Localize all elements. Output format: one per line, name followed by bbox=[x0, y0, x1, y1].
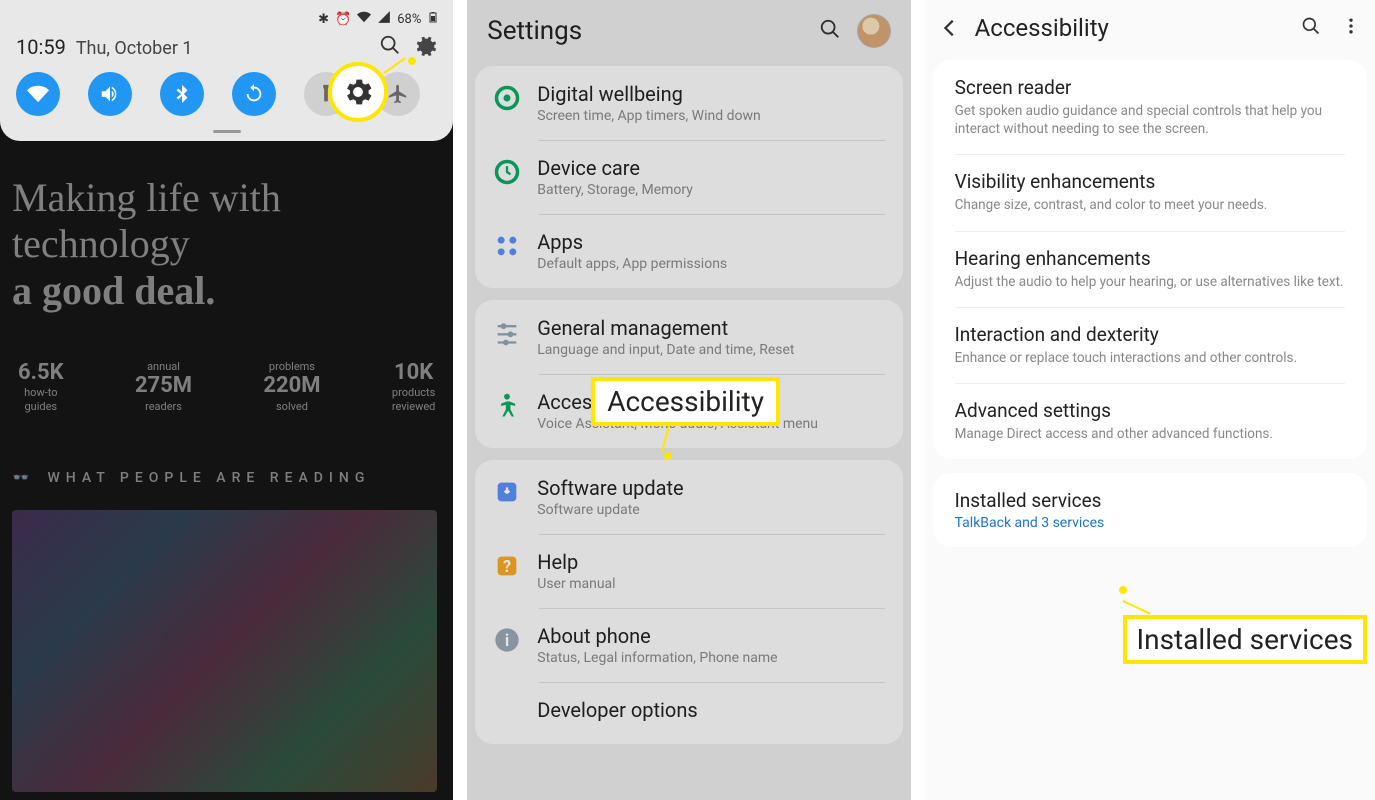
shade-date: Thu, October 1 bbox=[76, 38, 193, 59]
about-icon: i bbox=[493, 626, 521, 654]
panel-divider bbox=[911, 0, 925, 800]
search-icon[interactable] bbox=[819, 18, 841, 44]
callout-connector bbox=[1122, 600, 1150, 614]
tile-bluetooth[interactable] bbox=[160, 72, 204, 116]
search-icon[interactable] bbox=[1301, 16, 1321, 40]
row-interaction-dexterity[interactable]: Interaction and dexterity Enhance or rep… bbox=[933, 307, 1367, 383]
battery-pct: 68% bbox=[397, 12, 421, 27]
wellbeing-icon bbox=[493, 84, 521, 112]
stat-item: annual275Mreaders bbox=[135, 360, 192, 413]
gear-icon bbox=[341, 75, 375, 109]
row-device-care[interactable]: Device careBattery, Storage, Memory bbox=[475, 140, 902, 214]
apps-icon bbox=[493, 232, 521, 260]
shade-drag-handle[interactable] bbox=[213, 130, 241, 133]
back-icon[interactable] bbox=[939, 17, 961, 39]
tile-sync[interactable] bbox=[232, 72, 276, 116]
tile-wifi[interactable] bbox=[16, 72, 60, 116]
row-developer-options[interactable]: Developer options bbox=[475, 682, 902, 744]
signal-status-icon bbox=[377, 10, 391, 28]
row-about-phone[interactable]: i About phoneStatus, Legal information, … bbox=[475, 608, 902, 682]
dev-icon bbox=[493, 700, 521, 728]
headline-line1: Making life with technology bbox=[12, 175, 441, 267]
more-icon[interactable] bbox=[1341, 16, 1361, 40]
headline-line2: a good deal. bbox=[12, 267, 441, 314]
stat-item: 10Kproductsreviewed bbox=[392, 360, 436, 413]
wifi-status-icon bbox=[357, 10, 371, 28]
accessibility-group: Screen reader Get spoken audio guidance … bbox=[933, 60, 1367, 459]
accessibility-header: Accessibility bbox=[925, 0, 1375, 52]
search-icon[interactable] bbox=[379, 34, 401, 60]
stat-item: problems220Msolved bbox=[263, 360, 320, 413]
bluetooth-status-icon: ✱ bbox=[318, 12, 329, 27]
section-heading: 👓 WHAT PEOPLE ARE READING bbox=[12, 470, 370, 486]
row-help[interactable]: ? HelpUser manual bbox=[475, 534, 902, 608]
callout-gear-highlight bbox=[328, 62, 388, 122]
row-software-update[interactable]: Software updateSoftware update bbox=[475, 460, 902, 534]
shade-time: 10:59 bbox=[16, 35, 66, 59]
glasses-icon: 👓 bbox=[12, 470, 35, 486]
panel-divider bbox=[453, 0, 467, 800]
row-general-management[interactable]: General managementLanguage and input, Da… bbox=[475, 300, 902, 374]
gear-icon[interactable] bbox=[415, 34, 437, 60]
article-thumbnail[interactable] bbox=[12, 510, 437, 792]
row-apps[interactable]: AppsDefault apps, App permissions bbox=[475, 214, 902, 288]
panel-accessibility: Accessibility Screen reader Get spoken a… bbox=[925, 0, 1375, 800]
avatar[interactable] bbox=[857, 14, 891, 48]
alarm-status-icon: ⏰ bbox=[335, 12, 351, 27]
callout-accessibility: Accessibility bbox=[591, 377, 780, 426]
row-advanced-settings[interactable]: Advanced settings Manage Direct access a… bbox=[933, 383, 1367, 459]
sliders-icon bbox=[493, 318, 521, 346]
accessibility-icon bbox=[493, 392, 521, 420]
row-hearing-enhancements[interactable]: Hearing enhancements Adjust the audio to… bbox=[933, 231, 1367, 307]
settings-group: Digital wellbeingScreen time, App timers… bbox=[475, 66, 902, 288]
battery-icon bbox=[427, 10, 439, 28]
callout-installed-services: Installed services bbox=[1123, 615, 1367, 664]
row-digital-wellbeing[interactable]: Digital wellbeingScreen time, App timers… bbox=[475, 66, 902, 140]
svg-text:i: i bbox=[505, 631, 509, 650]
page-title: Accessibility bbox=[975, 14, 1287, 42]
page-headline: Making life with technology a good deal. bbox=[12, 175, 441, 314]
statusbar: ✱ ⏰ 68% bbox=[10, 8, 443, 34]
panel-settings: Settings Digital wellbeingScreen time, A… bbox=[467, 0, 910, 800]
panel-quicksettings: ✱ ⏰ 68% 10:59 Thu, October 1 bbox=[0, 0, 453, 800]
tile-volume[interactable] bbox=[88, 72, 132, 116]
stats-row: 6.5Khow-toguides annual275Mreaders probl… bbox=[18, 360, 435, 413]
callout-dot bbox=[664, 452, 672, 460]
row-visibility-enhancements[interactable]: Visibility enhancements Change size, con… bbox=[933, 154, 1367, 230]
page-title: Settings bbox=[487, 16, 582, 46]
row-installed-services[interactable]: Installed services TalkBack and 3 servic… bbox=[933, 473, 1367, 547]
callout-dot bbox=[1119, 586, 1127, 594]
accessibility-group: Installed services TalkBack and 3 servic… bbox=[933, 473, 1367, 547]
devicecare-icon bbox=[493, 158, 521, 186]
row-screen-reader[interactable]: Screen reader Get spoken audio guidance … bbox=[933, 60, 1367, 154]
shade-header: 10:59 Thu, October 1 bbox=[10, 34, 443, 68]
shade-clock[interactable]: 10:59 Thu, October 1 bbox=[16, 35, 193, 59]
settings-header: Settings bbox=[467, 0, 910, 58]
stat-item: 6.5Khow-toguides bbox=[18, 360, 64, 413]
settings-group: Software updateSoftware update ? HelpUse… bbox=[475, 460, 902, 744]
help-icon: ? bbox=[493, 552, 521, 580]
svg-text:?: ? bbox=[503, 557, 511, 576]
callout-dot bbox=[408, 57, 416, 65]
update-icon bbox=[493, 478, 521, 506]
